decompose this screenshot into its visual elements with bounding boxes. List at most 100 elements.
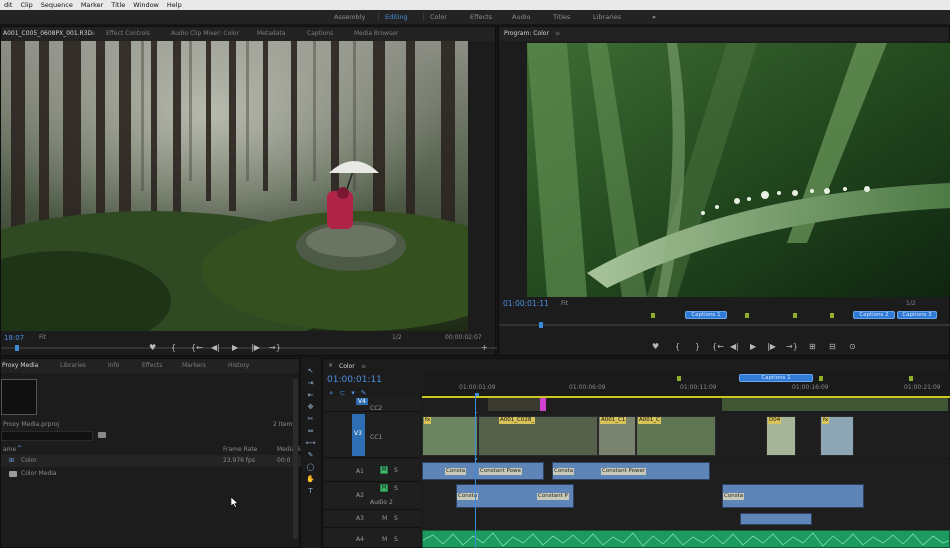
track-target-v4[interactable]: V4: [356, 398, 368, 405]
program-caption-marker-3[interactable]: Captions 3: [897, 311, 937, 319]
razor-tool-icon[interactable]: ✂: [305, 414, 316, 424]
program-caption-marker-2[interactable]: Captions 2: [853, 311, 895, 319]
list-item[interactable]: ⊞ Color 23.976 fps 00:0: [1, 455, 301, 467]
program-marker[interactable]: [793, 313, 797, 318]
slip-tool-icon[interactable]: ⇔: [305, 426, 316, 436]
tab-markers[interactable]: Markers: [182, 359, 206, 373]
ripple-edit-tool-icon[interactable]: ⇤: [305, 390, 316, 400]
program-resolution-dropdown[interactable]: 1/2: [906, 300, 916, 307]
video-clip[interactable]: A001_C: [636, 416, 716, 456]
audio-clip[interactable]: Consta: [722, 484, 864, 508]
type-tool-icon[interactable]: T: [305, 486, 316, 496]
tab-captions[interactable]: Captions: [307, 27, 333, 41]
workspace-tab-libraries[interactable]: Libraries: [593, 10, 621, 24]
program-tab-menu-icon[interactable]: ≡: [555, 27, 560, 41]
program-lift-button[interactable]: ⊞: [809, 342, 816, 352]
tab-history[interactable]: History: [228, 359, 249, 373]
program-export-frame-button[interactable]: ⊙: [849, 342, 856, 352]
tab-effects[interactable]: Effects: [142, 359, 162, 373]
source-mark-in-button[interactable]: {: [171, 343, 176, 353]
audio-clip[interactable]: Consta Constant Powe: [422, 462, 544, 480]
track-a2-mute-button[interactable]: M: [380, 484, 388, 492]
workspace-tab-audio[interactable]: Audio: [512, 10, 530, 24]
source-fit-dropdown[interactable]: Fit: [39, 334, 46, 341]
tab-info[interactable]: Info: [108, 359, 119, 373]
program-marker-button[interactable]: ♥: [652, 342, 659, 352]
timeline-timecode[interactable]: 01:00:01:11: [327, 375, 382, 385]
pen-tool-icon[interactable]: ✎: [305, 450, 316, 460]
program-title[interactable]: Program: Color: [504, 27, 549, 41]
tab-libraries[interactable]: Libraries: [60, 359, 86, 373]
track-a2-solo-button[interactable]: S: [394, 485, 398, 492]
track-a1-solo-button[interactable]: S: [394, 467, 398, 474]
program-mark-in-button[interactable]: {: [675, 342, 680, 352]
source-playhead[interactable]: [15, 345, 19, 351]
program-caption-marker-1[interactable]: Captions 1: [685, 311, 727, 319]
source-scrub-bar[interactable]: [1, 347, 497, 349]
workspace-tab-titles[interactable]: Titles: [553, 10, 570, 24]
list-item[interactable]: Color Media: [1, 468, 301, 480]
project-scrollbar[interactable]: [293, 379, 298, 539]
tab-audio-clip-mixer[interactable]: Audio Clip Mixer: Color: [171, 27, 239, 41]
program-marker[interactable]: [651, 313, 655, 318]
track-select-tool-icon[interactable]: ⇥: [305, 378, 316, 388]
clip-v4-pink[interactable]: [540, 397, 546, 411]
clip-v4-green[interactable]: [722, 397, 948, 411]
track-a4-mute-button[interactable]: M: [382, 536, 387, 543]
transition-label[interactable]: Constant P: [537, 493, 569, 500]
audio-clip[interactable]: Consta Constant Power: [552, 462, 710, 480]
rolling-edit-tool-icon[interactable]: ✥: [305, 402, 316, 412]
sort-ascending-icon[interactable]: ^: [17, 445, 22, 452]
program-playhead[interactable]: [539, 322, 543, 328]
workspace-tab-editing[interactable]: Editing: [385, 10, 408, 24]
column-name[interactable]: ame: [3, 446, 16, 453]
program-marker[interactable]: [745, 313, 749, 318]
transition-label[interactable]: Constant Power: [601, 468, 647, 475]
menu-window[interactable]: Window: [133, 0, 159, 10]
slide-tool-icon[interactable]: ⟷: [305, 438, 316, 448]
track-a3-solo-button[interactable]: S: [394, 515, 398, 522]
tab-metadata[interactable]: Metadata: [257, 27, 285, 41]
timeline-marker[interactable]: [677, 376, 681, 381]
clip-v4-dark[interactable]: [488, 397, 544, 411]
menu-sequence[interactable]: Sequence: [41, 0, 73, 10]
track-lane-a4[interactable]: [422, 528, 950, 548]
source-tab-menu-icon[interactable]: ≡: [90, 27, 95, 41]
program-marker[interactable]: [830, 313, 834, 318]
video-clip[interactable]: fx: [422, 416, 478, 456]
track-lane-a2[interactable]: Consta Constant P Consta: [422, 482, 950, 510]
timeline-sequence-tab[interactable]: Color: [339, 363, 355, 370]
timeline-marker[interactable]: [819, 376, 823, 381]
video-clip[interactable]: fx: [820, 416, 854, 456]
track-lane-a1[interactable]: Consta Constant Powe Consta Constant Pow…: [422, 460, 950, 482]
program-video-frame[interactable]: [527, 43, 950, 297]
tab-effect-controls[interactable]: Effect Controls: [106, 27, 150, 41]
tab-proxy-media[interactable]: Proxy Media: [2, 359, 38, 373]
project-search-input[interactable]: [1, 431, 93, 441]
program-fit-dropdown[interactable]: Fit: [561, 300, 568, 307]
track-lane-v3[interactable]: fx A001_C028_ A001_C1 A001_C D04 fx: [422, 413, 950, 458]
transition-label[interactable]: Consta: [723, 493, 745, 500]
video-clip[interactable]: A001_C1: [598, 416, 636, 456]
track-a1-mute-button[interactable]: M: [380, 466, 388, 474]
track-a4-solo-button[interactable]: S: [394, 536, 398, 543]
ellipse-tool-icon[interactable]: ◯: [305, 462, 316, 472]
timeline-caption-marker[interactable]: Captions 1: [739, 374, 813, 382]
program-scrub-bar[interactable]: [499, 324, 950, 326]
menu-clip[interactable]: Clip: [20, 0, 32, 10]
menu-help[interactable]: Help: [167, 0, 182, 10]
source-marker-button[interactable]: ♥: [149, 343, 156, 353]
workspace-tab-assembly[interactable]: Assembly: [334, 10, 365, 24]
selection-tool-icon[interactable]: ↖: [305, 366, 316, 376]
transition-label[interactable]: Consta: [553, 468, 575, 475]
program-step-fwd-button[interactable]: |▶: [767, 342, 776, 352]
tab-source-clip[interactable]: A001_C005_0608PX_001.R3D: [3, 27, 92, 41]
hand-tool-icon[interactable]: ✋: [305, 474, 316, 484]
timeline-close-icon[interactable]: ×: [328, 362, 333, 369]
transition-label[interactable]: Constant Powe: [479, 468, 522, 475]
audio-clip[interactable]: Consta Constant P: [456, 484, 574, 508]
source-step-fwd-button[interactable]: |▶: [251, 343, 260, 353]
workspace-tab-effects[interactable]: Effects: [470, 10, 492, 24]
workspace-overflow-button[interactable]: »: [652, 10, 656, 24]
track-lane-a3[interactable]: [422, 510, 950, 528]
